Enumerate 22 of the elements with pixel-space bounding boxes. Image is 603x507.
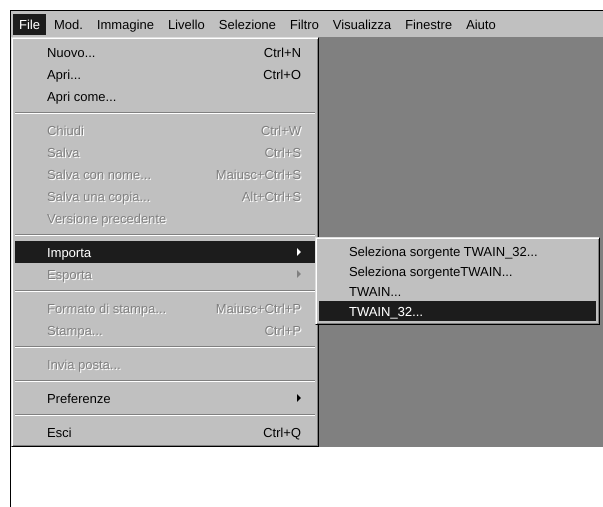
submenu-arrow-icon: [297, 270, 301, 278]
submenu-item[interactable]: TWAIN_32...: [319, 301, 596, 321]
menu-item[interactable]: Apri... Ctrl+O: [15, 63, 315, 85]
menu-bar-item[interactable]: Selezione: [212, 14, 282, 34]
menu-bar-item[interactable]: Filtro: [284, 14, 325, 34]
menu-bar-item[interactable]: Mod.: [48, 14, 89, 34]
menu-item[interactable]: Preferenze: [15, 387, 315, 409]
menu-item[interactable]: Apri come...: [15, 85, 315, 107]
menu-bar-item[interactable]: Finestre: [399, 14, 458, 34]
menu-bar-item[interactable]: File: [13, 14, 46, 34]
submenu-arrow-icon: [297, 248, 301, 256]
submenu-arrow-icon: [297, 394, 301, 402]
menu-bar-item[interactable]: Livello: [162, 14, 211, 34]
submenu-item[interactable]: TWAIN...: [319, 281, 596, 301]
menu-bar-item[interactable]: Aiuto: [460, 14, 502, 34]
menu-item[interactable]: Importa: [15, 241, 315, 263]
submenu-item[interactable]: Seleziona sorgenteTWAIN...: [319, 261, 596, 281]
menu-bar-item[interactable]: Immagine: [90, 14, 160, 34]
menu-bar-item[interactable]: Visualizza: [326, 14, 398, 34]
submenu-item[interactable]: Seleziona sorgente TWAIN_32...: [319, 241, 596, 261]
menu-item[interactable]: Nuovo... Ctrl+N: [15, 41, 315, 63]
menu-item[interactable]: Esci Ctrl+Q: [15, 421, 315, 443]
